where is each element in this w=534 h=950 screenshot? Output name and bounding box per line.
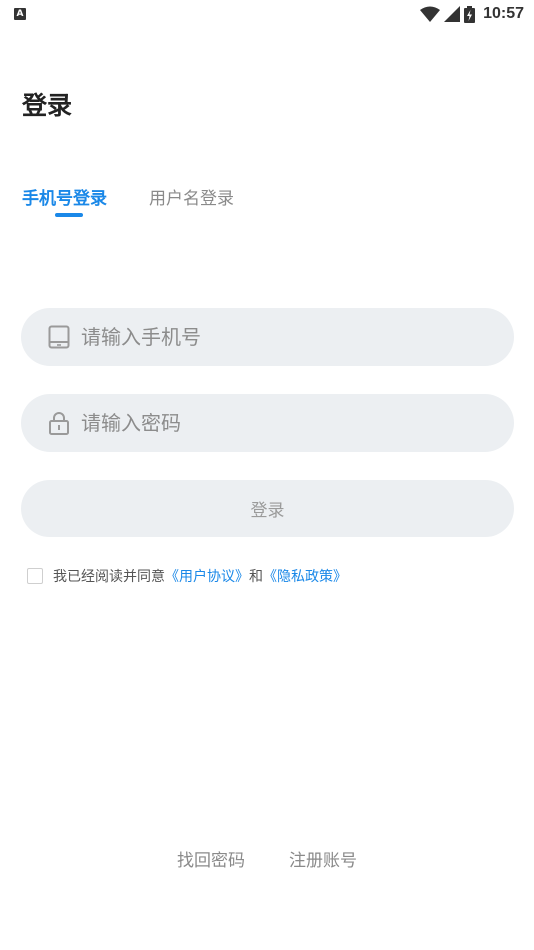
tab-username-login-label: 用户名登录 xyxy=(149,189,234,209)
signal-icon xyxy=(444,6,461,22)
tab-username-login[interactable]: 用户名登录 xyxy=(149,184,234,209)
status-right: 10:57 xyxy=(420,5,524,23)
register-link[interactable]: 注册账号 xyxy=(289,846,357,871)
tab-phone-login-label: 手机号登录 xyxy=(22,189,107,209)
phone-input[interactable] xyxy=(81,325,514,349)
agreement-conjunction: 和 xyxy=(249,569,263,585)
user-agreement-link[interactable]: 《用户协议》 xyxy=(165,566,249,586)
active-tab-indicator xyxy=(55,213,83,217)
privacy-policy-link[interactable]: 《隐私政策》 xyxy=(263,566,347,586)
login-screen: A 10:57 登录 手机号登录 用户名登录 请输入手机号 登录 我已经阅读并同… xyxy=(0,0,534,950)
status-bar: A 10:57 xyxy=(0,0,534,28)
footer-links: 找回密码 注册账号 xyxy=(0,846,534,871)
notification-a-icon: A xyxy=(14,8,26,20)
agreement-row: 我已经阅读并同意 《用户协议》 和 《隐私政策》 xyxy=(27,566,347,586)
page-title: 登录 xyxy=(22,91,73,120)
status-time: 10:57 xyxy=(483,5,524,22)
login-tabs: 手机号登录 用户名登录 xyxy=(22,184,234,217)
agreement-prefix: 我已经阅读并同意 xyxy=(53,569,165,585)
wifi-icon xyxy=(420,6,441,22)
agreement-checkbox[interactable] xyxy=(27,568,43,584)
login-button[interactable]: 登录 xyxy=(21,480,514,537)
tab-phone-login[interactable]: 手机号登录 xyxy=(22,184,107,217)
phone-icon xyxy=(47,325,71,349)
battery-icon xyxy=(464,5,476,23)
password-input[interactable] xyxy=(81,411,514,435)
forgot-password-link[interactable]: 找回密码 xyxy=(177,846,245,871)
lock-icon xyxy=(47,411,71,435)
password-field[interactable] xyxy=(21,394,514,452)
phone-field[interactable] xyxy=(21,308,514,366)
